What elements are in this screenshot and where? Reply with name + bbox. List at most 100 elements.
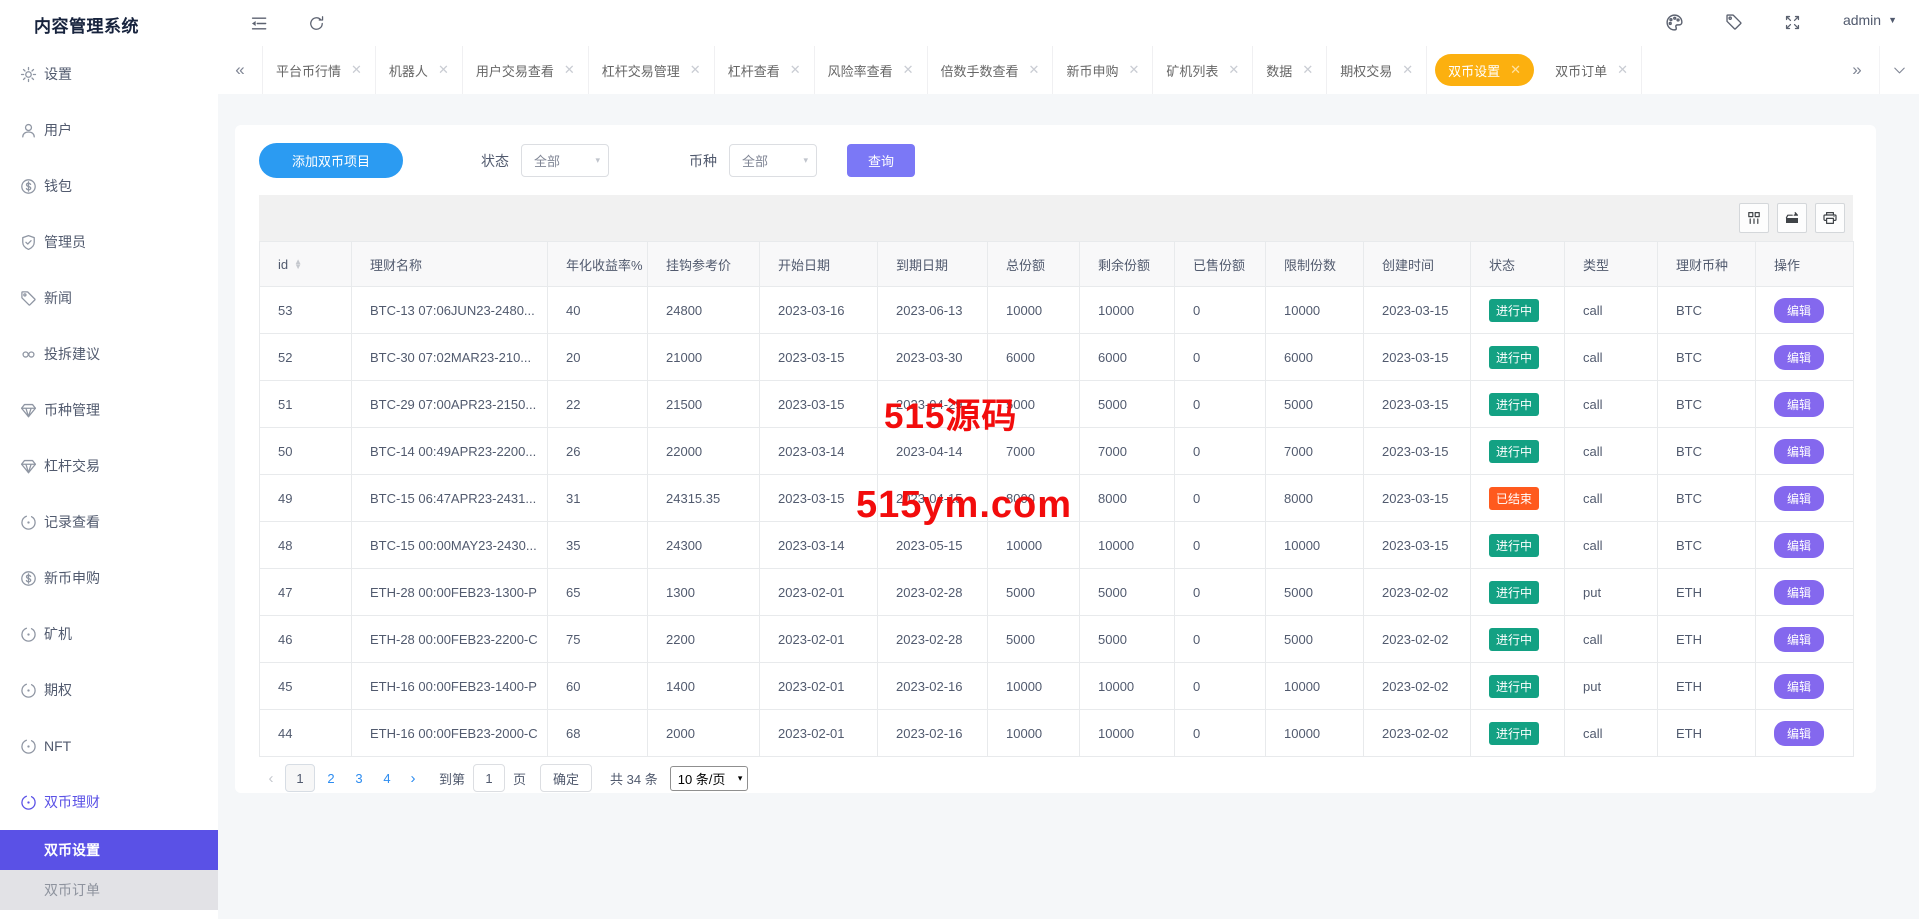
cell-start: 2023-03-16 [759, 286, 878, 334]
tab-杠杆交易管理[interactable]: 杠杆交易管理 ✕ [589, 46, 715, 94]
edit-button[interactable]: 编辑 [1774, 391, 1825, 417]
page-button-2[interactable]: 2 [319, 764, 343, 792]
cell-name: ETH-16 00:00FEB23-1400-P [351, 662, 548, 710]
status-select[interactable]: 全部 ▾ [521, 144, 610, 177]
close-icon[interactable]: ✕ [690, 62, 701, 78]
tab-用户交易查看[interactable]: 用户交易查看 ✕ [463, 46, 589, 94]
tabs-dropdown-icon[interactable] [1879, 46, 1919, 94]
print-icon[interactable] [1815, 203, 1845, 233]
close-icon[interactable]: ✕ [1128, 62, 1139, 78]
sidebar-item-新币申购[interactable]: 新币申购 [0, 550, 218, 606]
per-page-select[interactable]: 10 条/页 ▾ [669, 765, 749, 791]
next-page-icon[interactable]: › [401, 770, 425, 787]
user-menu[interactable]: admin ▼ [1843, 12, 1897, 28]
close-icon[interactable]: ✕ [1228, 62, 1239, 78]
close-icon[interactable]: ✕ [1510, 62, 1521, 78]
sidebar-item-钱包[interactable]: 钱包 [0, 158, 218, 214]
column-header-状态: 状态 [1470, 241, 1565, 287]
user-name: admin [1842, 12, 1882, 28]
edit-button[interactable]: 编辑 [1774, 532, 1825, 558]
goto-page-input[interactable] [473, 764, 506, 792]
tab-平台币行情[interactable]: 平台币行情 ✕ [262, 46, 376, 94]
tab-期权交易[interactable]: 期权交易 ✕ [1327, 46, 1428, 94]
close-icon[interactable]: ✕ [1402, 62, 1413, 78]
cell-remain: 10000 [1079, 521, 1175, 569]
cell-price: 24300 [647, 521, 760, 569]
goto-confirm-button[interactable]: 确定 [540, 764, 593, 792]
sidebar-item-期权[interactable]: 期权 [0, 662, 218, 718]
search-button[interactable]: 查询 [847, 144, 916, 177]
sidebar-item-记录查看[interactable]: 记录查看 [0, 494, 218, 550]
close-icon[interactable]: ✕ [1029, 62, 1040, 78]
edit-button[interactable]: 编辑 [1774, 485, 1825, 511]
sidebar-item-设置[interactable]: 设置 [0, 46, 218, 102]
cell-remain: 8000 [1079, 474, 1175, 522]
sidebar-item-NFT[interactable]: NFT [0, 718, 218, 774]
sidebar-collapse-icon[interactable] [248, 13, 268, 33]
edit-button[interactable]: 编辑 [1774, 579, 1825, 605]
sidebar-item-新闻[interactable]: 新闻 [0, 270, 218, 326]
tab-矿机列表[interactable]: 矿机列表 ✕ [1153, 46, 1254, 94]
close-icon[interactable]: ✕ [351, 62, 362, 78]
cell-actions: 编辑 [1755, 286, 1854, 334]
cell-created: 2023-02-02 [1363, 615, 1471, 663]
sidebar-item-双币理财[interactable]: 双币理财 [0, 774, 218, 830]
cell-status: 已结束 [1470, 474, 1565, 522]
edit-button[interactable]: 编辑 [1774, 344, 1825, 370]
prev-page-icon[interactable]: ‹ [259, 770, 283, 787]
sidebar-item-投拆建议[interactable]: 投拆建议 [0, 326, 218, 382]
page-button-4[interactable]: 4 [375, 764, 399, 792]
sidebar-item-杠杆交易[interactable]: 杠杆交易 [0, 438, 218, 494]
sidebar-item-矿机[interactable]: 矿机 [0, 606, 218, 662]
tab-倍数手数查看[interactable]: 倍数手数查看 ✕ [928, 46, 1054, 94]
tab-风险率查看[interactable]: 风险率查看 ✕ [815, 46, 928, 94]
columns-setting-icon[interactable] [1739, 203, 1769, 233]
page-button-3[interactable]: 3 [347, 764, 371, 792]
export-icon[interactable] [1777, 203, 1807, 233]
sidebar-subitem-双币订单[interactable]: 双币订单 [0, 870, 218, 910]
tab-数据[interactable]: 数据 ✕ [1253, 46, 1328, 94]
tab-双币订单[interactable]: 双币订单 ✕ [1542, 46, 1642, 94]
sidebar-subitem-双币设置[interactable]: 双币设置 [0, 830, 218, 870]
cell-remain: 10000 [1079, 709, 1175, 757]
tab-label: 杠杆查看 [727, 63, 780, 79]
fullscreen-icon[interactable] [1782, 12, 1802, 32]
cell-name: BTC-15 06:47APR23-2431... [351, 474, 548, 522]
close-icon[interactable]: ✕ [438, 62, 449, 78]
theme-palette-icon[interactable] [1664, 12, 1684, 32]
sidebar-item-管理员[interactable]: 管理员 [0, 214, 218, 270]
close-icon[interactable]: ✕ [1302, 62, 1313, 78]
close-icon[interactable]: ✕ [790, 62, 801, 78]
refresh-icon[interactable] [306, 13, 326, 33]
close-icon[interactable]: ✕ [903, 62, 914, 78]
cell-type: put [1564, 568, 1658, 616]
tab-机器人[interactable]: 机器人 ✕ [376, 46, 463, 94]
close-icon[interactable]: ✕ [564, 62, 575, 78]
coin-select[interactable]: 全部 ▾ [729, 144, 818, 177]
sort-icon[interactable]: ▲ ▼ [294, 258, 302, 271]
edit-button[interactable]: 编辑 [1774, 626, 1825, 652]
edit-button[interactable]: 编辑 [1774, 438, 1825, 464]
sidebar-item-币种管理[interactable]: 币种管理 [0, 382, 218, 438]
edit-button[interactable]: 编辑 [1774, 720, 1825, 746]
tab-杠杆查看[interactable]: 杠杆查看 ✕ [715, 46, 815, 94]
cell-limit: 5000 [1265, 380, 1364, 428]
cell-type: call [1564, 709, 1658, 757]
tabs-scroll-left-icon[interactable]: « [218, 46, 262, 94]
add-dual-currency-button[interactable]: 添加双币项目 [259, 143, 404, 178]
column-header-id[interactable]: id ▲ ▼ [259, 241, 352, 287]
cell-rate: 68 [547, 709, 648, 757]
cell-created: 2023-03-15 [1363, 521, 1471, 569]
tabs-scroll-right-icon[interactable]: » [1835, 46, 1879, 94]
column-header-总份额: 总份额 [987, 241, 1080, 287]
tag-icon[interactable] [1724, 12, 1744, 32]
edit-button[interactable]: 编辑 [1774, 297, 1825, 323]
close-icon[interactable]: ✕ [1617, 62, 1628, 78]
sidebar-item-用户[interactable]: 用户 [0, 102, 218, 158]
edit-button[interactable]: 编辑 [1774, 673, 1825, 699]
tab-双币设置[interactable]: 双币设置 ✕ [1435, 54, 1535, 86]
tab-label: 用户交易查看 [475, 63, 554, 79]
cell-limit: 5000 [1265, 615, 1364, 663]
tab-新币申购[interactable]: 新币申购 ✕ [1053, 46, 1154, 94]
page-button-1[interactable]: 1 [285, 764, 315, 792]
